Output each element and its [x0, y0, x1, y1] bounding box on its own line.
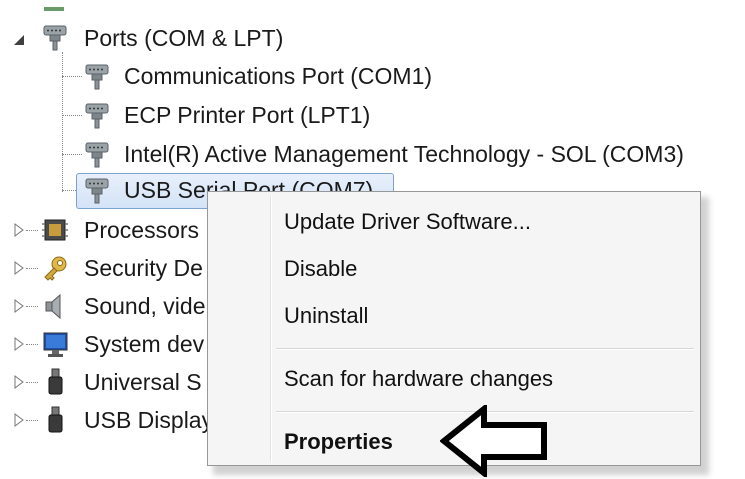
tree-expander-closed[interactable] — [13, 299, 25, 313]
tree-item-sound-video[interactable]: Sound, vide — [84, 288, 205, 324]
tree-expander-closed[interactable] — [13, 413, 25, 427]
tree-item-security-devices[interactable]: Security De — [84, 250, 203, 286]
port-connector-icon — [82, 100, 112, 130]
tree-item-com3[interactable]: Intel(R) Active Management Technology - … — [124, 136, 684, 172]
tree-item-universal-serial-bus[interactable]: Universal S — [84, 364, 202, 400]
processor-icon — [40, 215, 70, 245]
tree-connector — [62, 52, 63, 192]
tree-connector — [62, 115, 82, 116]
speaker-icon — [40, 291, 70, 321]
tree-item-lpt1[interactable]: ECP Printer Port (LPT1) — [124, 97, 370, 133]
tree-item-label: ECP Printer Port (LPT1) — [124, 102, 371, 128]
tree-connector — [26, 268, 38, 269]
key-icon — [40, 253, 70, 283]
tree-connector — [62, 154, 82, 155]
tree-connector — [26, 420, 38, 421]
tree-item-label: Security De — [84, 255, 203, 281]
tree-item-label: Universal S — [84, 369, 202, 395]
tree-item-com1[interactable]: Communications Port (COM1) — [124, 58, 432, 94]
tree-connector — [62, 76, 82, 77]
tree-connector — [26, 230, 38, 231]
menu-gutter — [270, 195, 272, 462]
tree-expander-closed[interactable] — [13, 223, 25, 237]
port-connector-icon — [40, 22, 70, 52]
menu-separator — [276, 348, 694, 350]
tree-item-label: USB Display — [84, 407, 214, 433]
tree-item-usb-display[interactable]: USB Display — [84, 402, 213, 438]
tree-item-label: Processors — [84, 217, 200, 243]
tree-item-label: Sound, vide — [84, 293, 206, 319]
tree-item-label: Ports (COM & LPT) — [84, 25, 284, 51]
tree-expander-closed[interactable] — [13, 261, 25, 275]
tree-expander-closed[interactable] — [13, 337, 25, 351]
menu-item-properties[interactable]: Properties — [284, 426, 393, 458]
menu-item-uninstall[interactable]: Uninstall — [284, 300, 368, 332]
tree-connector — [26, 306, 38, 307]
menu-item-update-driver[interactable]: Update Driver Software... — [284, 206, 531, 238]
port-connector-icon — [82, 61, 112, 91]
tree-expander-closed[interactable] — [13, 375, 25, 389]
port-connector-icon — [82, 139, 112, 169]
left-arrow-icon — [439, 402, 552, 479]
tree-item-system-devices[interactable]: System dev — [84, 326, 204, 362]
partial-category-icon — [40, 0, 70, 11]
tree-expander-open[interactable] — [12, 33, 26, 47]
tree-item-label: Intel(R) Active Management Technology - … — [124, 141, 684, 167]
usb-plug-icon — [40, 367, 70, 397]
tree-item-ports[interactable]: Ports (COM & LPT) — [84, 20, 283, 56]
menu-item-scan-hardware[interactable]: Scan for hardware changes — [284, 363, 553, 395]
tree-item-label: Communications Port (COM1) — [124, 63, 433, 89]
tree-item-label: System dev — [84, 331, 205, 357]
tree-connector — [26, 382, 38, 383]
usb-plug-icon — [40, 405, 70, 435]
tree-connector — [26, 344, 38, 345]
device-manager-view: Ports (COM & LPT) Communications Port (C… — [0, 0, 745, 479]
port-connector-icon — [82, 175, 112, 205]
menu-item-disable[interactable]: Disable — [284, 253, 357, 285]
tree-item-processors[interactable]: Processors — [84, 212, 199, 248]
computer-monitor-icon — [40, 329, 70, 359]
